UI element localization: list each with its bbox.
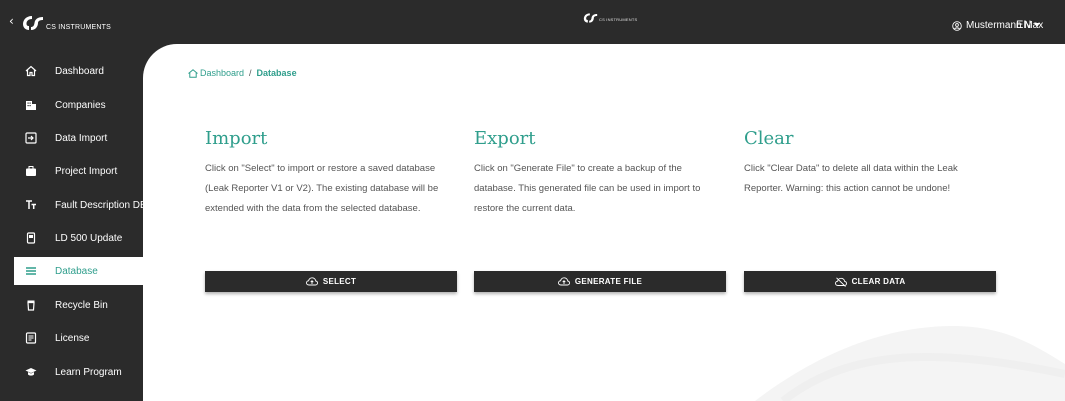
clear-data-button-label: CLEAR DATA [851, 277, 906, 286]
import-icon [25, 132, 37, 144]
export-title: Export [474, 128, 536, 149]
sidebar-item-dashboard[interactable]: Dashboard [0, 57, 143, 85]
breadcrumb-current: Database [256, 68, 297, 78]
export-description: Click on "Generate File" to create a bac… [474, 163, 701, 214]
select-button[interactable]: SELECT [205, 271, 457, 292]
export-section: Export Click on "Generate File" to creat… [474, 128, 726, 219]
main-content: Dashboard / Database Import Click on "Se… [143, 44, 1065, 401]
briefcase-icon [25, 165, 37, 177]
select-button-label: SELECT [322, 277, 357, 286]
brand-logo[interactable]: CS INSTRUMENTS [22, 14, 111, 32]
sidebar-item-data-import[interactable]: Data Import [0, 124, 143, 152]
language-label: EN [1016, 19, 1032, 31]
building-icon [25, 99, 37, 111]
license-icon [25, 332, 37, 344]
sidebar-item-recycle-bin[interactable]: Recycle Bin [0, 291, 143, 319]
breadcrumb-separator: / [249, 68, 252, 78]
user-circle-icon [952, 20, 962, 31]
sidebar-item-database[interactable]: Database [14, 257, 143, 285]
breadcrumb-home-link[interactable]: Dashboard [188, 68, 244, 78]
clear-data-button[interactable]: CLEAR DATA [744, 271, 996, 292]
center-brand-text: CS INSTRUMENTS [599, 17, 638, 22]
sidebar-item-fault-description-db[interactable]: Fault Description DB [0, 191, 147, 219]
graduation-cap-icon [25, 366, 37, 378]
sidebar-item-license[interactable]: License [0, 324, 143, 352]
clear-title: Clear [744, 128, 794, 149]
background-arc-decoration [755, 326, 1065, 401]
chevron-left-icon[interactable]: ‹ [9, 14, 14, 28]
caret-down-icon [1034, 23, 1041, 27]
sidebar-item-ld-500-update[interactable]: LD 500 Update [0, 224, 143, 252]
logo-mark-icon [23, 16, 43, 30]
text-icon [25, 199, 37, 211]
import-title: Import [205, 128, 268, 149]
import-description: Click on "Select" to import or restore a… [205, 163, 439, 214]
breadcrumb: Dashboard / Database [188, 68, 297, 78]
list-icon [25, 265, 37, 277]
sidebar-item-learn-program[interactable]: Learn Program [0, 358, 143, 386]
center-logo: CS INSTRUMENTS [583, 12, 637, 24]
clear-section: Clear Click "Clear Data" to delete all d… [744, 128, 996, 199]
cloud-upload-icon [305, 277, 318, 286]
sidebar-item-project-import[interactable]: Project Import [0, 157, 143, 185]
top-bar: ‹ CS INSTRUMENTS CS INSTRUMENTS Musterma… [0, 0, 1065, 44]
home-icon [25, 65, 37, 77]
sidebar: Dashboard Companies Data Import Project … [0, 44, 147, 401]
brand-text: CS INSTRUMENTS [46, 24, 112, 31]
device-icon [25, 232, 37, 244]
clear-description: Click "Clear Data" to delete all data wi… [744, 163, 958, 194]
trash-icon [25, 299, 37, 311]
language-select[interactable]: EN [1016, 19, 1041, 31]
breadcrumb-home-label: Dashboard [200, 68, 245, 78]
generate-file-button[interactable]: GENERATE FILE [474, 271, 726, 292]
cloud-upload-icon [557, 277, 570, 286]
import-section: Import Click on "Select" to import or re… [205, 128, 457, 219]
logo-mark-icon [583, 13, 598, 23]
sidebar-item-companies[interactable]: Companies [0, 91, 143, 119]
generate-file-button-label: GENERATE FILE [574, 277, 643, 286]
home-icon [188, 68, 198, 78]
cloud-off-icon [834, 276, 847, 287]
